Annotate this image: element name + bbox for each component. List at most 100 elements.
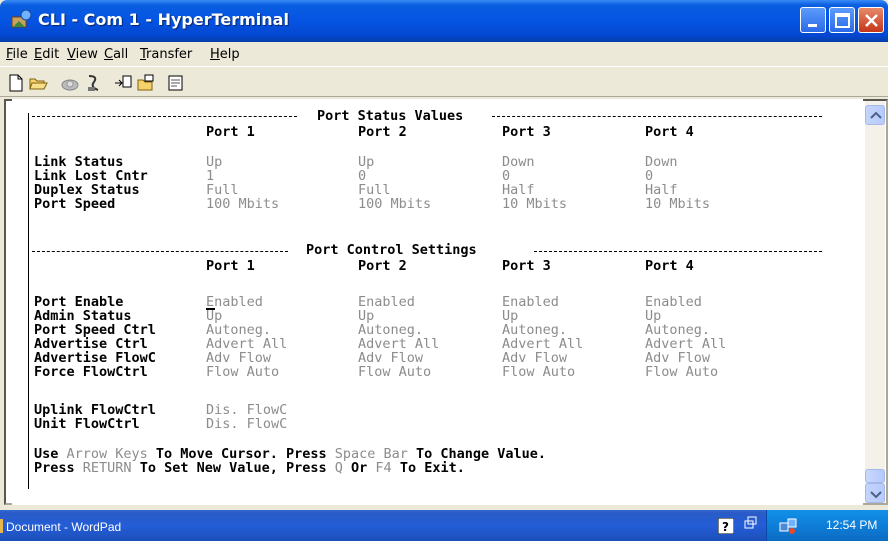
- disconnect-icon[interactable]: [84, 73, 104, 93]
- close-button[interactable]: [858, 7, 884, 33]
- setting-value[interactable]: Enabled: [502, 295, 559, 309]
- menu-help[interactable]: Help: [210, 47, 240, 62]
- menu-bar: File Edit View Call Transfer Help: [0, 42, 888, 67]
- field-value: 0: [358, 168, 367, 184]
- menu-file[interactable]: File: [6, 47, 28, 62]
- setting-value[interactable]: Autoneg.: [502, 323, 567, 337]
- setting-value[interactable]: Adv Flow: [645, 351, 710, 365]
- setting-value[interactable]: Advert All: [206, 337, 287, 351]
- setting-value[interactable]: Up: [645, 309, 661, 323]
- send-icon[interactable]: [114, 73, 134, 93]
- help-icon[interactable]: ?: [718, 518, 734, 534]
- field-label: Link Status: [34, 154, 124, 170]
- field-value: 0: [502, 168, 511, 184]
- new-icon[interactable]: [6, 73, 26, 93]
- setting-value[interactable]: Enabled: [206, 295, 263, 309]
- divider-line: [534, 251, 822, 252]
- network-icon[interactable]: [779, 517, 797, 535]
- menu-transfer[interactable]: Transfer: [140, 47, 192, 62]
- taskbar: Document - WordPad ?: [0, 510, 888, 541]
- key-hint: Q: [334, 460, 343, 476]
- setting-value[interactable]: Advert All: [358, 337, 439, 351]
- hyperterminal-icon: [11, 9, 32, 28]
- field-label: Uplink FlowCtrl: [34, 402, 156, 418]
- svg-text:?: ?: [722, 520, 729, 534]
- column-header-port: Port 3: [502, 258, 551, 274]
- help-text: Or: [342, 460, 376, 476]
- field-label: Port Enable: [34, 294, 124, 310]
- setting-value[interactable]: Adv Flow: [206, 351, 271, 365]
- vertical-scrollbar[interactable]: [865, 101, 885, 503]
- setting-value[interactable]: Autoneg.: [206, 323, 271, 337]
- chevron-up-icon: [870, 111, 882, 119]
- field-value: Down: [502, 154, 535, 170]
- setting-value[interactable]: Dis. FlowC: [206, 417, 287, 431]
- menu-call[interactable]: Call: [104, 47, 128, 62]
- restore-window-icon[interactable]: [744, 516, 758, 530]
- taskbar-item-wordpad[interactable]: Document - WordPad: [0, 513, 260, 539]
- field-value: 10 Mbits: [645, 196, 711, 212]
- field-label: Admin Status: [34, 308, 132, 324]
- field-label: Advertise FlowC: [34, 350, 156, 366]
- properties-icon[interactable]: [166, 73, 186, 93]
- setting-value[interactable]: Autoneg.: [358, 323, 423, 337]
- column-header-port: Port 1: [206, 124, 255, 140]
- terminal-left-border: [28, 113, 29, 489]
- help-text: Press: [34, 460, 83, 476]
- maximize-icon: [835, 13, 850, 28]
- field-label: Advertise Ctrl: [34, 336, 148, 352]
- maximize-button[interactable]: [829, 7, 855, 33]
- field-label: Force FlowCtrl: [34, 364, 148, 380]
- setting-value[interactable]: Enabled: [358, 295, 415, 309]
- toolbar: [0, 68, 888, 97]
- field-value: 10 Mbits: [502, 196, 568, 212]
- column-header-port: Port 2: [358, 258, 407, 274]
- setting-value[interactable]: Up: [206, 309, 222, 323]
- setting-value[interactable]: Up: [358, 309, 374, 323]
- minimize-button[interactable]: [800, 7, 826, 33]
- field-label: Unit FlowCtrl: [34, 416, 140, 432]
- column-header-port: Port 2: [358, 124, 407, 140]
- window-title: CLI - Com 1 - HyperTerminal: [38, 10, 289, 29]
- setting-value[interactable]: Advert All: [645, 337, 726, 351]
- taskbar-item-label: Document - WordPad: [6, 520, 122, 534]
- column-header-port: Port 1: [206, 258, 255, 274]
- key-hint: F4: [375, 460, 392, 476]
- setting-value[interactable]: Flow Auto: [358, 365, 431, 379]
- column-header-port: Port 3: [502, 124, 551, 140]
- scroll-thumb[interactable]: [865, 469, 885, 483]
- divider-line: [32, 116, 297, 117]
- terminal-screen[interactable]: Port Status Values Port 1 Port 2 Port 3 Port…: [12, 99, 863, 505]
- close-icon: [865, 14, 878, 27]
- setting-value[interactable]: Flow Auto: [502, 365, 575, 379]
- field-label: Link Lost Cntr: [34, 168, 148, 184]
- open-icon[interactable]: [28, 73, 48, 93]
- taskbar-clock: 12:54 PM: [826, 518, 878, 532]
- setting-value[interactable]: Enabled: [645, 295, 702, 309]
- menu-edit[interactable]: Edit: [34, 47, 59, 62]
- field-value: Half: [645, 182, 678, 198]
- field-value: Full: [206, 182, 239, 198]
- connect-icon[interactable]: [60, 73, 80, 93]
- setting-value[interactable]: Advert All: [502, 337, 583, 351]
- receive-icon[interactable]: [136, 73, 156, 93]
- setting-value[interactable]: Up: [502, 309, 518, 323]
- key-hint: RETURN: [82, 460, 132, 476]
- menu-view[interactable]: View: [67, 47, 98, 62]
- setting-value[interactable]: Autoneg.: [645, 323, 710, 337]
- field-label: Port Speed: [34, 196, 116, 212]
- scroll-down-button[interactable]: [865, 483, 885, 503]
- setting-value[interactable]: Adv Flow: [502, 351, 567, 365]
- setting-value[interactable]: Flow Auto: [645, 365, 718, 379]
- field-value: Down: [645, 154, 678, 170]
- setting-value[interactable]: Flow Auto: [206, 365, 279, 379]
- setting-value[interactable]: Adv Flow: [358, 351, 423, 365]
- field-value: 0: [645, 168, 654, 184]
- chevron-down-icon: [870, 491, 882, 499]
- setting-value[interactable]: Dis. FlowC: [206, 403, 287, 417]
- scroll-up-button[interactable]: [865, 105, 885, 125]
- field-value: 100 Mbits: [358, 196, 432, 212]
- field-value: Half: [502, 182, 535, 198]
- help-text: To Set New Value, Press: [131, 460, 335, 476]
- title-bar[interactable]: CLI - Com 1 - HyperTerminal: [0, 0, 888, 42]
